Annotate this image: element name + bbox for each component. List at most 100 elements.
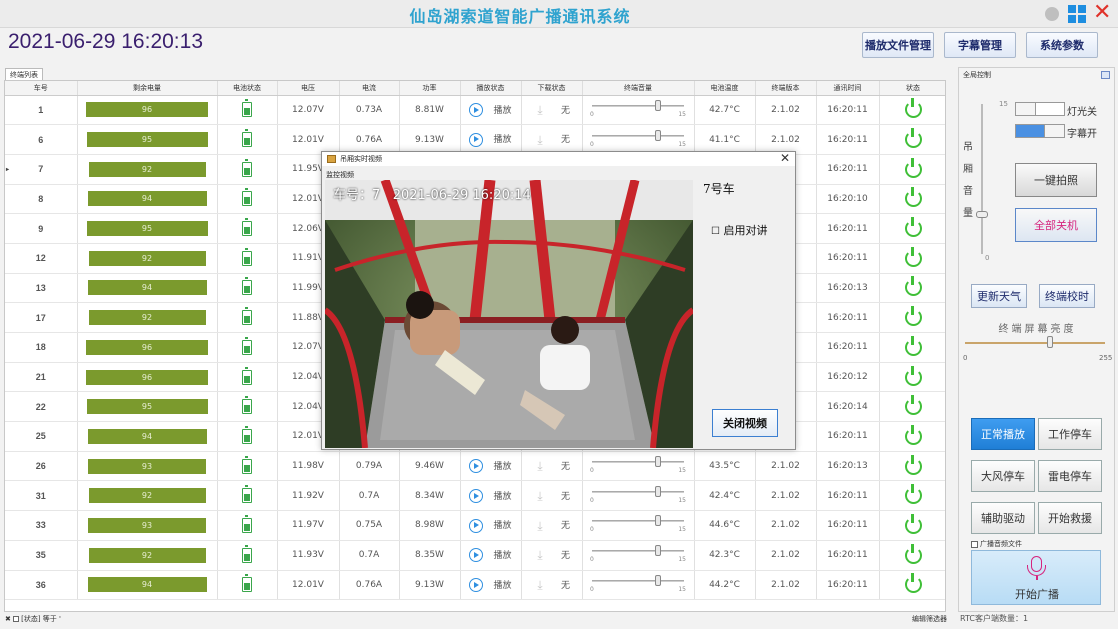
start-broadcast-button[interactable]: 开始广播 — [971, 550, 1101, 605]
terminal-volume-slider[interactable]: 0 15 — [588, 514, 688, 536]
terminal-volume-slider[interactable]: 0 15 — [588, 455, 688, 477]
column-header[interactable]: 电池温度 — [694, 81, 756, 96]
wind-stop-button[interactable]: 大风停车 — [971, 460, 1035, 492]
panel-toggle-icon[interactable] — [1101, 71, 1110, 79]
power-status-icon[interactable] — [904, 306, 922, 327]
power-status-icon[interactable] — [904, 98, 922, 119]
table-row[interactable]: 33 93 11.97V 0.75A 8.98W 播放 ⤓ 无 0 15 44.6°C 2.1.02 1… — [5, 510, 945, 541]
play-icon[interactable] — [469, 489, 484, 504]
play-icon[interactable] — [469, 103, 484, 118]
subtitle-management-button[interactable]: 字幕管理 — [944, 32, 1016, 58]
power-status-icon[interactable] — [904, 543, 922, 564]
terminal-volume-slider[interactable]: 0 15 — [588, 129, 688, 151]
brightness-thumb[interactable] — [1047, 336, 1054, 348]
play-icon[interactable] — [469, 578, 484, 593]
volume-thumb[interactable] — [655, 515, 662, 527]
column-header[interactable]: 功率 — [399, 81, 461, 96]
table-row[interactable]: 36 94 12.01V 0.76A 9.13W 播放 ⤓ 无 0 15 44.2°C 2.1.02 1… — [5, 570, 945, 601]
intercom-option[interactable]: ☐ 启用对讲 — [711, 222, 767, 238]
close-video-button[interactable]: 关闭视频 — [712, 409, 778, 437]
column-header[interactable]: 电压 — [277, 81, 340, 96]
play-icon[interactable] — [469, 548, 484, 563]
power-status-icon[interactable] — [904, 454, 922, 475]
broadcast-file-option[interactable]: 广播音频文件 — [971, 539, 1022, 549]
terminal-volume-slider[interactable]: 0 15 — [588, 99, 688, 121]
play-icon[interactable] — [469, 459, 484, 474]
power-status-icon[interactable] — [904, 365, 922, 386]
system-params-button[interactable]: 系统参数 — [1026, 32, 1098, 58]
table-row[interactable]: 31 92 11.92V 0.7A 8.34W 播放 ⤓ 无 0 15 42.4°C 2.1.02 16… — [5, 480, 945, 512]
play-icon[interactable] — [469, 132, 484, 147]
minimize-icon[interactable] — [1045, 7, 1059, 21]
time-sync-button[interactable]: 终端校时 — [1039, 284, 1095, 308]
power-status-icon[interactable] — [904, 573, 922, 594]
power-status-icon[interactable] — [904, 128, 922, 149]
edit-filter-link[interactable]: 编辑筛选器 — [912, 614, 947, 624]
column-header[interactable]: 播放状态 — [460, 81, 522, 96]
terminal-volume-slider[interactable]: 0 15 — [588, 544, 688, 566]
intercom-checkbox[interactable]: ☐ — [711, 226, 720, 237]
close-icon[interactable]: ✕ — [1093, 1, 1111, 25]
play-icon[interactable] — [469, 518, 484, 533]
status-cell — [879, 540, 945, 571]
column-header[interactable]: 电池状态 — [217, 81, 278, 96]
table-row[interactable]: 26 93 11.98V 0.79A 9.46W 播放 ⤓ 无 0 15 43.5°C 2.1.02 1… — [5, 451, 945, 482]
column-header[interactable]: 通讯时间 — [816, 81, 880, 96]
volume-thumb[interactable] — [655, 99, 662, 111]
dialog-titlebar: 吊厢实时视频 ✕ — [322, 151, 795, 166]
status-filter[interactable]: ✖ [状态] 等于 ' — [5, 614, 61, 624]
voltage: 12.01V — [277, 570, 340, 601]
normal-play-button[interactable]: 正常播放 — [971, 418, 1035, 450]
update-weather-button[interactable]: 更新天气 — [971, 284, 1027, 308]
dialog-close-icon[interactable]: ✕ — [780, 151, 790, 165]
power-status-icon[interactable] — [904, 276, 922, 297]
car-number-text: 9 — [38, 223, 44, 234]
power-status-icon[interactable] — [904, 424, 922, 445]
column-header[interactable]: 剩余电量 — [77, 81, 218, 96]
voltage: 11.92V — [277, 480, 340, 512]
table-row[interactable]: 6 95 12.01V 0.76A 9.13W 播放 ⤓ 无 0 15 41.1°C 2.1.02 16… — [5, 124, 945, 155]
file-management-button[interactable]: 播放文件管理 — [862, 32, 934, 58]
car-number-text: 31 — [35, 490, 46, 501]
power-status-icon[interactable] — [904, 187, 922, 208]
subtitle-toggle[interactable] — [1015, 124, 1065, 138]
volume-thumb[interactable] — [655, 485, 662, 497]
download-status: 无 — [560, 521, 570, 532]
column-header[interactable]: 车号 — [5, 81, 78, 96]
volume-thumb[interactable] — [655, 574, 662, 586]
power-status-icon[interactable] — [904, 335, 922, 356]
power-status-icon[interactable] — [904, 484, 922, 505]
light-toggle[interactable] — [1015, 102, 1065, 116]
volume-thumb[interactable] — [655, 545, 662, 557]
column-header[interactable]: 下载状态 — [521, 81, 583, 96]
terminal-volume-slider[interactable]: 0 15 — [588, 574, 688, 596]
cabin-volume-slider[interactable] — [981, 104, 983, 254]
power-status-icon[interactable] — [904, 513, 922, 534]
filter-checkbox[interactable] — [13, 616, 20, 622]
snapshot-button[interactable]: 一键拍照 — [1015, 163, 1097, 197]
brightness-slider[interactable] — [965, 342, 1105, 344]
table-row[interactable]: 35 92 11.93V 0.7A 8.35W 播放 ⤓ 无 0 15 42.3°C 2.1.02 16… — [5, 540, 945, 571]
terminal-volume-slider[interactable]: 0 15 — [588, 485, 688, 507]
column-header[interactable]: 状态 — [879, 81, 945, 96]
table-row[interactable]: 1 96 12.07V 0.73A 8.81W 播放 ⤓ 无 0 15 42.7°C 2.1.02 16… — [5, 95, 945, 126]
thunder-stop-button[interactable]: 雷电停车 — [1038, 460, 1102, 492]
column-header[interactable]: 终端版本 — [755, 81, 817, 96]
power-status-icon[interactable] — [904, 217, 922, 238]
power-status-icon[interactable] — [904, 157, 922, 178]
volume-thumb[interactable] — [655, 129, 662, 141]
download-status-cell: ⤓ 无 — [521, 540, 583, 571]
play-status-cell: 播放 — [460, 124, 522, 155]
cabin-volume-thumb[interactable] — [976, 211, 988, 218]
monitor-video-menu[interactable]: 监控视频 — [326, 170, 354, 180]
column-header[interactable]: 电流 — [339, 81, 400, 96]
column-header[interactable]: 终端音量 — [582, 81, 695, 96]
broadcast-file-checkbox[interactable] — [971, 540, 978, 548]
power-status-icon[interactable] — [904, 246, 922, 267]
aux-drive-button[interactable]: 辅助驱动 — [971, 502, 1035, 534]
start-rescue-button[interactable]: 开始救援 — [1038, 502, 1102, 534]
volume-thumb[interactable] — [655, 456, 662, 468]
shutdown-all-button[interactable]: 全部关机 — [1015, 208, 1097, 242]
work-stop-button[interactable]: 工作停车 — [1038, 418, 1102, 450]
power-status-icon[interactable] — [904, 395, 922, 416]
